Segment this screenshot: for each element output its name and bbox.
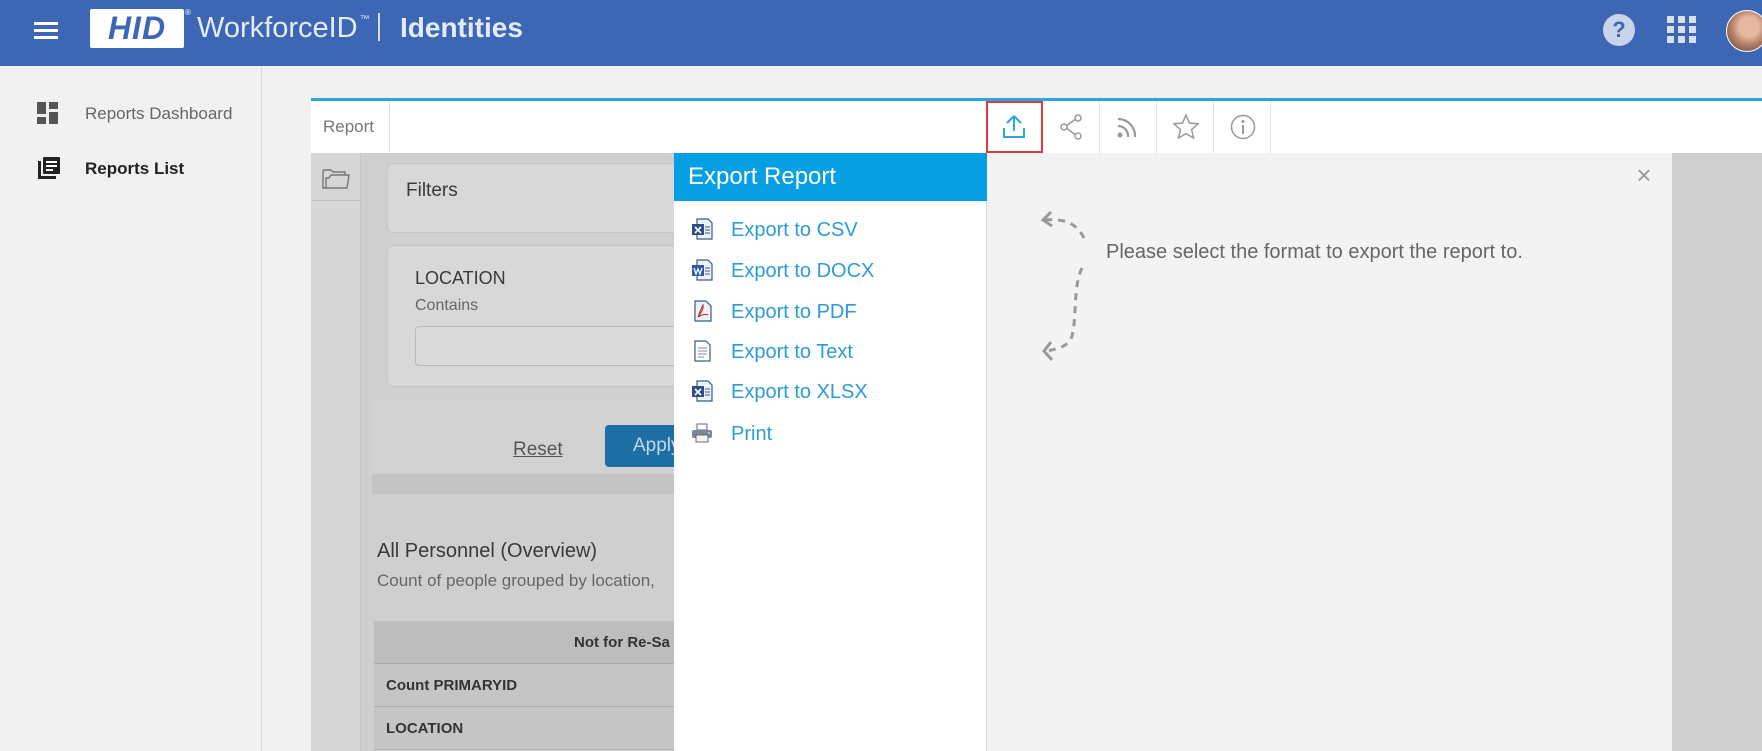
close-icon[interactable]: × [1632, 162, 1656, 188]
export-option-label: Export to Text [731, 341, 853, 363]
dashboard-icon [37, 102, 59, 124]
pdf-icon [694, 300, 712, 322]
avatar[interactable] [1726, 10, 1762, 52]
export-csv-option[interactable]: Export to CSV [674, 212, 987, 248]
export-options-panel: Export Report Export to CSV Export to DO… [674, 153, 987, 751]
app-name: WorkforceID ™ [197, 10, 370, 46]
folder-button[interactable] [311, 153, 361, 201]
share-icon [1060, 114, 1082, 140]
list-icon [38, 157, 60, 179]
export-report-modal: Export Report Export to CSV Export to DO… [674, 153, 1673, 751]
header-divider [378, 13, 380, 41]
report-toolbar: Report [311, 98, 1762, 153]
export-hint-text: Please select the format to export the r… [1106, 241, 1523, 263]
table-header-text: Not for Re-Sa [574, 634, 670, 651]
docx-icon [692, 259, 713, 281]
sidebar: Reports Dashboard Reports List [0, 66, 262, 751]
filter-actions-footer [372, 474, 712, 494]
filters-title: Filters [406, 180, 458, 201]
location-filter-title: LOCATION [415, 268, 506, 288]
menu-icon[interactable] [34, 20, 60, 42]
info-icon [1230, 114, 1256, 140]
csv-icon [692, 218, 713, 240]
apps-grid-icon[interactable] [1667, 16, 1697, 44]
app-name-text: WorkforceID [197, 12, 358, 44]
report-tab[interactable]: Report [311, 101, 390, 153]
print-option[interactable]: Print [674, 416, 987, 452]
table-cell: LOCATION [386, 720, 464, 737]
help-icon[interactable]: ? [1603, 14, 1635, 46]
table-row: Count PRIMARYID [374, 664, 714, 707]
export-icon [1003, 115, 1025, 138]
export-option-label: Export to PDF [731, 301, 857, 323]
report-subtitle: Count of people grouped by location, [377, 571, 655, 590]
export-option-label: Export to DOCX [731, 260, 875, 282]
export-button[interactable] [986, 101, 1043, 153]
module-title: Identities [400, 12, 523, 43]
report-title: All Personnel (Overview) [377, 540, 598, 562]
trademark-mark: ™ [359, 14, 370, 25]
rss-icon [1117, 117, 1137, 138]
export-option-label: Export to XLSX [731, 381, 868, 403]
export-pdf-option[interactable]: Export to PDF [674, 294, 987, 330]
export-option-label: Print [731, 423, 773, 445]
location-filter-operator: Contains [415, 297, 479, 314]
text-icon [694, 340, 711, 362]
sidebar-item-label: Reports List [85, 159, 185, 178]
folder-icon [322, 169, 350, 189]
sidebar-item-label: Reports Dashboard [85, 104, 233, 123]
location-filter-input[interactable] [415, 326, 715, 366]
export-option-label: Export to CSV [731, 219, 858, 241]
export-modal-title: Export Report [674, 153, 987, 201]
table-header: Not for Re-Sa [374, 621, 714, 664]
export-xlsx-option[interactable]: Export to XLSX [674, 374, 987, 410]
folder-rail [311, 153, 361, 751]
printer-icon [692, 423, 712, 443]
export-docx-option[interactable]: Export to DOCX [674, 253, 987, 289]
filters-panel: Filters [387, 163, 707, 233]
top-bar: HID ® WorkforceID ™ Identities ? [0, 0, 1762, 66]
info-button[interactable] [1214, 101, 1271, 153]
table-row: LOCATION [374, 707, 714, 750]
favorite-button[interactable] [1157, 101, 1214, 153]
rss-button[interactable] [1100, 101, 1157, 153]
sidebar-item-reports-list[interactable]: Reports List [0, 145, 262, 189]
logo-registered-mark: ® [185, 8, 191, 17]
star-icon [1173, 114, 1199, 140]
share-button[interactable] [1043, 101, 1100, 153]
table-cell: Count PRIMARYID [386, 677, 518, 694]
sidebar-item-reports-dashboard[interactable]: Reports Dashboard [0, 90, 262, 134]
xlsx-icon [692, 380, 713, 402]
location-filter: LOCATION Contains [387, 245, 715, 387]
reset-button[interactable]: Reset [513, 439, 563, 461]
hint-arrows-icon [1040, 210, 1086, 361]
export-text-option[interactable]: Export to Text [674, 334, 987, 370]
hid-logo: HID [90, 9, 184, 48]
